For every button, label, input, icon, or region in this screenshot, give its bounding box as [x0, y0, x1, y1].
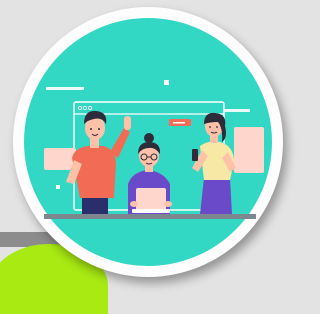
laptop-icon — [136, 188, 166, 210]
illustration-badge — [13, 7, 283, 277]
red-tag-line — [173, 122, 185, 124]
decor-dot — [164, 80, 169, 85]
decor-line — [224, 109, 250, 112]
side-panel-right — [234, 127, 264, 173]
side-panel-left — [44, 148, 76, 170]
phone-icon — [192, 149, 198, 161]
decor-dot — [56, 185, 60, 189]
table-line — [44, 214, 256, 219]
illustration — [24, 18, 272, 266]
decor-line — [46, 87, 84, 90]
